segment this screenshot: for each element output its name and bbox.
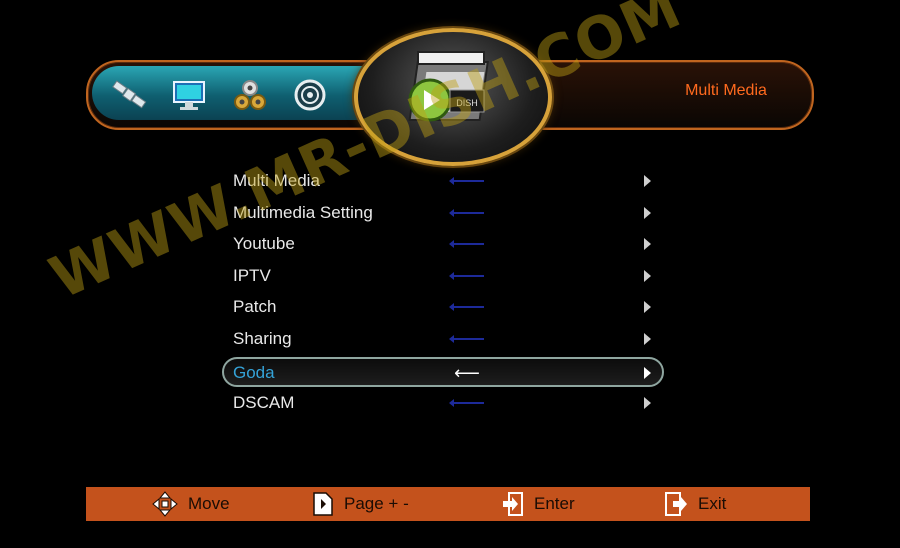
menu-item-patch[interactable]: Patch [222, 292, 664, 324]
help-page-label: Page + - [344, 494, 409, 513]
menu-item-iptv[interactable]: IPTV [222, 261, 664, 293]
help-enter-label: Enter [534, 494, 575, 513]
enter-hint-icon [449, 303, 484, 312]
enter-hint-icon [449, 208, 484, 217]
help-enter: Enter [500, 487, 575, 521]
chevron-right-icon [644, 332, 651, 345]
menu-item-label: Goda [233, 362, 275, 382]
menu-item-dscam[interactable]: DSCAM [222, 388, 664, 420]
multimedia-menu-list: Multi Media Multimedia Setting Youtube I… [222, 166, 664, 419]
menu-item-label: IPTV [233, 265, 271, 285]
menu-item-label: DSCAM [233, 392, 295, 412]
multimedia-clapboard-icon: DISH [408, 51, 489, 122]
multimedia-emblem: DISH [354, 28, 552, 166]
menu-item-label: Sharing [233, 328, 292, 348]
system-disc-icon[interactable] [290, 76, 330, 114]
menu-item-label: Patch [233, 297, 277, 317]
help-exit: Exit [664, 487, 726, 521]
menu-item-label: Multi Media [233, 171, 320, 190]
menu-item-label: Youtube [233, 234, 295, 254]
chevron-right-icon [644, 206, 651, 219]
chevron-right-icon [644, 175, 651, 187]
chevron-right-icon [644, 238, 651, 251]
help-page: Page + - [312, 487, 409, 521]
settings-gears-icon[interactable] [230, 76, 270, 114]
menu-item-label: Multimedia Setting [233, 202, 373, 222]
enter-hint-icon [449, 398, 484, 407]
help-exit-label: Exit [698, 494, 727, 513]
chevron-right-icon [644, 269, 651, 282]
page-title: Multi Media [685, 82, 767, 99]
enter-hint-icon [449, 271, 484, 280]
satellite-icon[interactable] [110, 76, 150, 114]
menu-item-goda[interactable]: Goda ⟵ [222, 356, 664, 387]
enter-door-icon [500, 491, 524, 517]
page-icon [312, 491, 334, 517]
menu-item-sharing[interactable]: Sharing [222, 324, 664, 356]
main-menu-icon-strip [92, 66, 392, 120]
monitor-icon[interactable] [170, 76, 210, 114]
menu-item-youtube[interactable]: Youtube [222, 229, 664, 261]
chevron-right-icon [644, 396, 651, 409]
enter-hint-icon [449, 240, 484, 249]
svg-text:DISH: DISH [456, 98, 478, 108]
chevron-right-icon [644, 366, 651, 379]
help-move: Move [152, 487, 230, 521]
enter-hint-icon [449, 334, 484, 343]
enter-hint-icon [449, 177, 484, 185]
menu-item-multi-media[interactable]: Multi Media [222, 166, 664, 198]
exit-door-icon [664, 491, 688, 517]
move-arrows-icon [152, 491, 178, 517]
help-bar: Move Page + - Enter Exit [86, 487, 810, 521]
help-move-label: Move [188, 494, 230, 513]
menu-item-multimedia-setting[interactable]: Multimedia Setting [222, 198, 664, 230]
enter-arrow-icon: ⟵ [454, 362, 480, 383]
chevron-right-icon [644, 301, 651, 314]
